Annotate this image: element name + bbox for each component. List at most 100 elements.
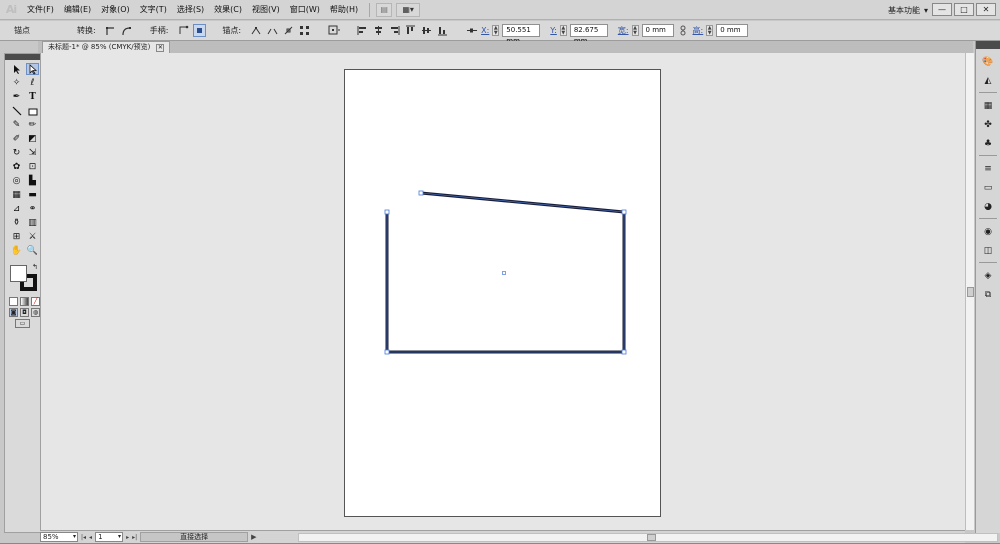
menu-view[interactable]: 视图(V) — [247, 4, 285, 15]
blend-tool-icon[interactable]: ⚭ — [26, 203, 39, 215]
pen-tool-icon[interactable]: ✒ — [10, 91, 23, 103]
type-tool-icon[interactable]: T — [26, 91, 39, 103]
eyedropper-tool-icon[interactable]: ⊿ — [10, 203, 23, 215]
menu-file[interactable]: 文件(F) — [22, 4, 59, 15]
shape-builder-tool-icon[interactable]: ◎ — [10, 175, 23, 187]
color-panel-icon[interactable]: 🎨 — [981, 55, 995, 68]
draw-inside-icon[interactable]: ◍ — [31, 308, 40, 317]
color-guide-icon[interactable]: ◭ — [981, 74, 995, 87]
canvas-area[interactable] — [41, 53, 965, 530]
y-stepper[interactable]: ▲ ▼ — [559, 25, 567, 36]
artboard-tool-icon[interactable]: ⊞ — [10, 231, 23, 243]
isolate-anchor-icon[interactable] — [298, 24, 311, 37]
swap-fill-stroke-icon[interactable]: ↰ — [32, 263, 38, 271]
x-field[interactable]: 50.551 mm — [502, 24, 541, 45]
constrain-proportions-icon[interactable] — [677, 24, 690, 37]
cut-path-icon[interactable] — [282, 24, 295, 37]
column-graph-tool-icon[interactable]: ▥ — [26, 217, 39, 229]
hand-tool-icon[interactable]: ✋ — [10, 245, 23, 257]
x-stepper[interactable]: ▲ ▼ — [492, 25, 500, 36]
connect-endpoints-icon[interactable] — [266, 24, 279, 37]
lasso-tool-icon[interactable]: ℓ — [26, 77, 39, 89]
document-tab[interactable]: 未标题-1* @ 85% (CMYK/预览) ✕ — [42, 41, 171, 53]
arrange-documents-icon[interactable]: ▦▾ — [396, 2, 421, 17]
align-top-icon[interactable] — [404, 24, 417, 37]
first-artboard-icon[interactable]: |◂ — [81, 534, 86, 541]
w-field[interactable]: 0 mm — [641, 24, 674, 37]
align-bottom-icon[interactable] — [436, 24, 449, 37]
anchor-point[interactable] — [384, 349, 390, 355]
convert-to-corner-icon[interactable] — [105, 24, 118, 37]
restore-button[interactable]: □ — [954, 3, 974, 16]
y-field[interactable]: 82.675 mm — [569, 24, 608, 45]
align-center-icon[interactable] — [372, 24, 385, 37]
hide-handles-icon[interactable] — [193, 24, 207, 37]
brushes-panel-icon[interactable]: ✤ — [981, 118, 995, 131]
horizontal-scrollbar[interactable] — [298, 533, 998, 542]
fill-swatch[interactable] — [10, 265, 27, 282]
remove-anchor-icon[interactable] — [250, 24, 263, 37]
h-field[interactable]: 0 mm — [716, 24, 749, 37]
w-stepper[interactable]: ▲ ▼ — [631, 25, 639, 36]
anchor-point[interactable] — [621, 349, 627, 355]
convert-to-smooth-icon[interactable] — [121, 24, 134, 37]
zoom-select[interactable]: 85% ▾ — [40, 532, 78, 542]
align-left-icon[interactable] — [356, 24, 369, 37]
last-artboard-icon[interactable]: ▸| — [132, 534, 137, 541]
blob-brush-tool-icon[interactable]: ✐ — [10, 133, 23, 145]
bridge-icon[interactable]: ▤ — [376, 2, 393, 17]
reference-point-icon[interactable] — [327, 24, 340, 37]
align-middle-icon[interactable] — [420, 24, 433, 37]
anchor-point[interactable] — [418, 190, 424, 196]
gradient-mode-icon[interactable] — [20, 297, 29, 306]
menu-help[interactable]: 帮助(H) — [325, 4, 363, 15]
layers-panel-icon[interactable]: ◈ — [981, 269, 995, 282]
symbols-panel-icon[interactable]: ♣ — [981, 137, 995, 150]
artboards-panel-icon[interactable]: ⧉ — [981, 288, 995, 301]
transform-icon[interactable] — [465, 24, 478, 37]
scale-tool-icon[interactable]: ⇲ — [26, 147, 39, 159]
mesh-tool-icon[interactable]: ▦ — [10, 189, 23, 201]
perspective-grid-tool-icon[interactable]: ▙ — [26, 175, 39, 187]
free-transform-tool-icon[interactable]: ⊡ — [26, 161, 39, 173]
rectangle-tool-icon[interactable] — [26, 105, 39, 117]
magic-wand-tool-icon[interactable]: ✧ — [10, 77, 23, 89]
vertical-scroll-thumb[interactable] — [967, 287, 974, 297]
artboard-number-select[interactable]: 1 ▾ — [95, 532, 124, 542]
anchor-point[interactable] — [384, 209, 390, 215]
h-stepper[interactable]: ▲ ▼ — [706, 25, 714, 36]
transparency-panel-icon[interactable]: ◕ — [981, 200, 995, 213]
minimize-button[interactable]: — — [932, 3, 952, 16]
rotate-tool-icon[interactable]: ↻ — [10, 147, 23, 159]
warp-tool-icon[interactable]: ✿ — [10, 161, 23, 173]
menu-window[interactable]: 窗口(W) — [285, 4, 325, 15]
draw-normal-icon[interactable]: ◙ — [9, 308, 18, 317]
screen-mode-icon[interactable]: ▭ — [15, 319, 30, 328]
menu-effect[interactable]: 效果(C) — [209, 4, 247, 15]
horizontal-scroll-thumb[interactable] — [647, 534, 656, 541]
line-tool-icon[interactable] — [10, 105, 23, 117]
gradient-panel-icon[interactable]: ▭ — [981, 181, 995, 194]
menu-select[interactable]: 选择(S) — [172, 4, 209, 15]
pencil-tool-icon[interactable]: ✏ — [26, 119, 39, 131]
none-mode-icon[interactable]: ╱ — [31, 297, 40, 306]
direct-selection-tool-icon[interactable] — [26, 63, 39, 75]
draw-behind-icon[interactable]: ◘ — [20, 308, 29, 317]
slice-tool-icon[interactable]: ⚔ — [26, 231, 39, 243]
zoom-tool-icon[interactable]: 🔍 — [26, 245, 39, 257]
menu-object[interactable]: 对象(O) — [96, 4, 135, 15]
paintbrush-tool-icon[interactable]: ✎ — [10, 119, 23, 131]
close-tab-icon[interactable]: ✕ — [156, 43, 165, 52]
panel-dock-header[interactable] — [976, 41, 1000, 49]
graphic-styles-panel-icon[interactable]: ◫ — [981, 244, 995, 257]
color-mode-icon[interactable] — [9, 297, 18, 306]
vertical-scrollbar[interactable] — [965, 53, 974, 530]
eraser-tool-icon[interactable]: ◩ — [26, 133, 39, 145]
gradient-tool-icon[interactable]: ▬ — [26, 189, 39, 201]
status-menu-icon[interactable]: ▶ — [251, 533, 256, 541]
symbol-sprayer-tool-icon[interactable]: ⚱ — [10, 217, 23, 229]
close-button[interactable]: ✕ — [976, 3, 996, 16]
workspace-switcher[interactable]: 基本功能 ▾ — [888, 0, 928, 20]
appearance-panel-icon[interactable]: ◉ — [981, 225, 995, 238]
menu-edit[interactable]: 编辑(E) — [59, 4, 96, 15]
